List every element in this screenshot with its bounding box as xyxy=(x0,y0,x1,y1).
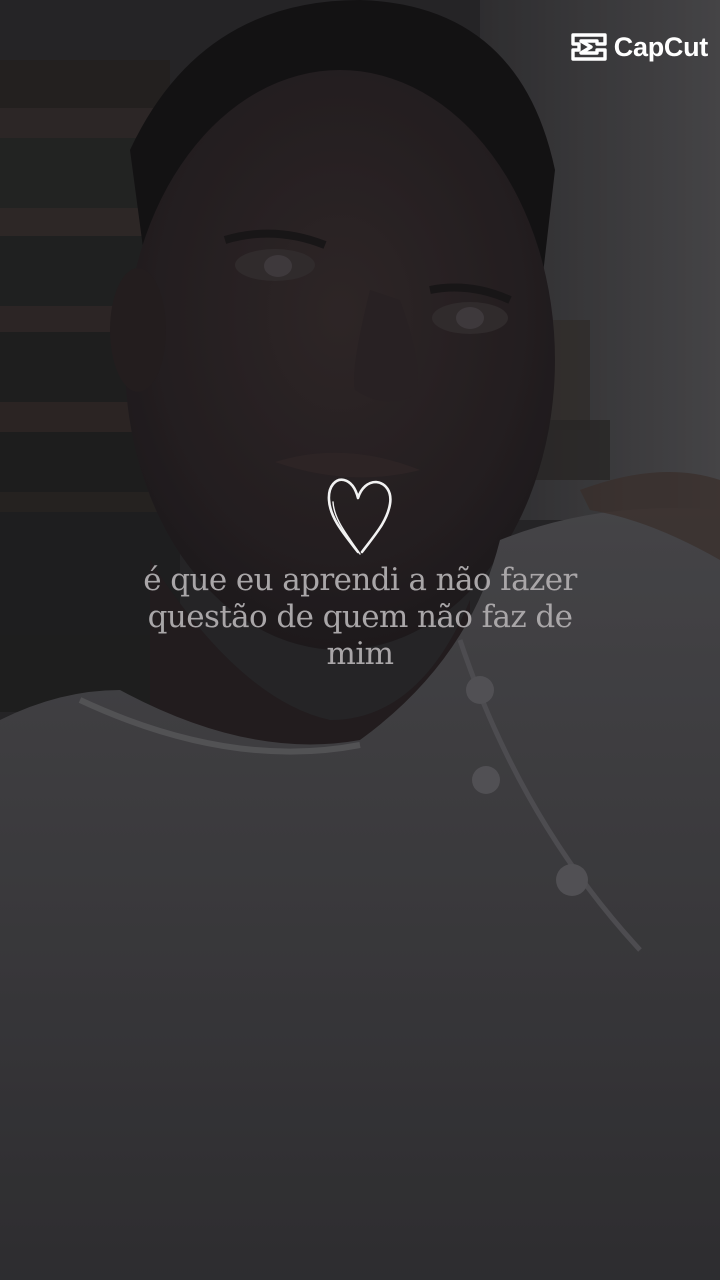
capcut-watermark-text: CapCut xyxy=(613,31,709,62)
caption-line: mim xyxy=(326,636,395,672)
caption-line: é que eu aprendi a não fazer xyxy=(143,562,577,598)
caption-line: questão de quem não faz de xyxy=(147,599,573,635)
capcut-logo-icon xyxy=(571,33,607,61)
video-caption: é que eu aprendi a não fazer questão de … xyxy=(80,562,640,673)
capcut-watermark: CapCut xyxy=(570,32,708,62)
video-frame[interactable]: CapCut é que eu aprendi a não fazer ques… xyxy=(0,0,720,1280)
heart-outline-icon xyxy=(327,478,392,555)
